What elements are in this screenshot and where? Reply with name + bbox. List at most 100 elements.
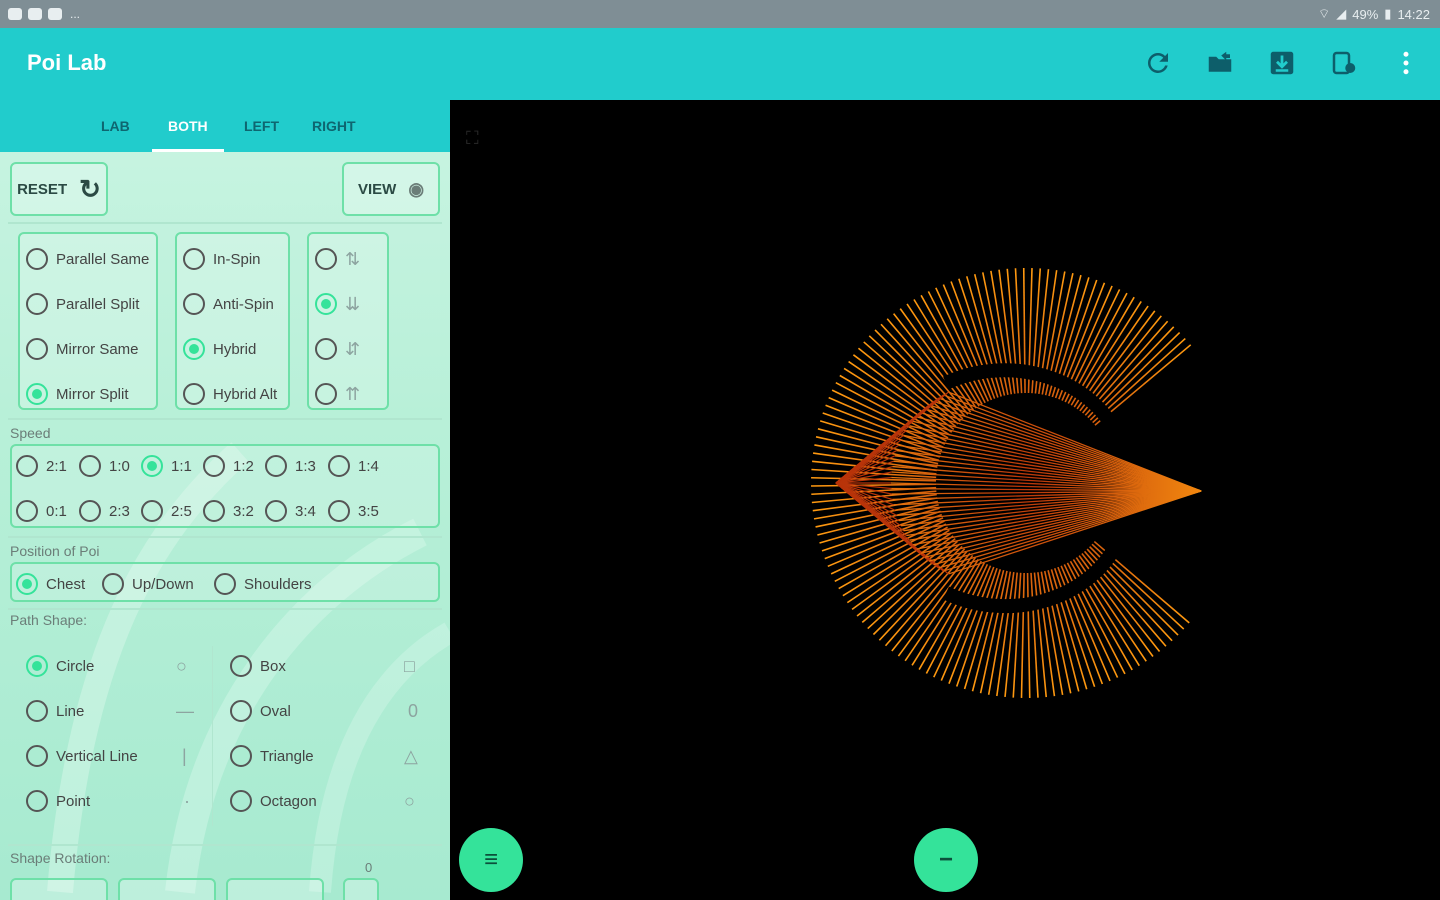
radio-button[interactable]: [79, 455, 101, 477]
shape-option-vertical-line[interactable]: Vertical Line: [26, 745, 138, 767]
radio-button[interactable]: [26, 383, 48, 405]
radio-button[interactable]: [230, 655, 252, 677]
download-icon[interactable]: [1266, 48, 1298, 80]
radio-button[interactable]: [265, 455, 287, 477]
speed-option[interactable]: 0:1: [16, 500, 67, 522]
option-label: 1:2: [233, 457, 254, 475]
radio-button[interactable]: [328, 455, 350, 477]
tab-lab[interactable]: LAB: [101, 118, 130, 134]
radio-button[interactable]: [214, 573, 236, 595]
shape-option-box[interactable]: Box: [230, 655, 286, 677]
radio-button[interactable]: [203, 500, 225, 522]
radio-button[interactable]: [230, 790, 252, 812]
overflow-menu-icon[interactable]: [1390, 48, 1422, 80]
rotation-button-1[interactable]: [10, 878, 108, 900]
rotation-button-2[interactable]: [118, 878, 216, 900]
phase-option-4[interactable]: ⇈: [315, 383, 360, 405]
radio-button[interactable]: [26, 338, 48, 360]
copy-settings-icon[interactable]: [1328, 48, 1360, 80]
speed-option[interactable]: 1:2: [203, 455, 254, 477]
minus-fab[interactable]: −: [914, 828, 978, 892]
rotation-toggle[interactable]: [343, 878, 379, 900]
poi-ray: [811, 483, 937, 487]
radio-button[interactable]: [26, 293, 48, 315]
position-option-up-down[interactable]: Up/Down: [102, 573, 194, 595]
notification-icon: [8, 8, 22, 20]
speed-option[interactable]: 2:1: [16, 455, 67, 477]
option-label: In-Spin: [213, 250, 261, 268]
radio-button[interactable]: [79, 500, 101, 522]
tab-right[interactable]: RIGHT: [312, 118, 356, 134]
radio-button[interactable]: [26, 790, 48, 812]
notification-icon: [28, 8, 42, 20]
point-shape-icon: ·: [184, 791, 190, 811]
direction-option-parallel-split[interactable]: Parallel Split: [26, 293, 139, 315]
tab-both[interactable]: BOTH: [168, 118, 208, 134]
radio-button[interactable]: [16, 500, 38, 522]
radio-button[interactable]: [265, 500, 287, 522]
app-root: ... ⌔ ◢ 49% ▮ 14:22 Poi Lab LAB BOTH LEF…: [0, 0, 1440, 900]
radio-button[interactable]: [141, 500, 163, 522]
spin-option-hybrid-alt[interactable]: Hybrid Alt: [183, 383, 277, 405]
radio-button[interactable]: [230, 745, 252, 767]
pattern-canvas[interactable]: ⛶ ≡ −: [450, 100, 1440, 900]
radio-button[interactable]: [183, 338, 205, 360]
speed-option[interactable]: 1:0: [79, 455, 130, 477]
shape-option-octagon[interactable]: Octagon: [230, 790, 317, 812]
radio-button[interactable]: [315, 293, 337, 315]
radio-button[interactable]: [203, 455, 225, 477]
shape-option-point[interactable]: Point: [26, 790, 90, 812]
shape-option-circle[interactable]: Circle: [26, 655, 94, 677]
speed-option[interactable]: 2:3: [79, 500, 130, 522]
triangle-shape-icon: △: [404, 746, 418, 766]
rotation-button-3[interactable]: [226, 878, 324, 900]
radio-button[interactable]: [183, 248, 205, 270]
radio-button[interactable]: [328, 500, 350, 522]
radio-button[interactable]: [183, 293, 205, 315]
direction-option-mirror-split[interactable]: Mirror Split: [26, 383, 129, 405]
wifi-icon: ⌔: [1318, 6, 1331, 21]
shape-option-triangle[interactable]: Triangle: [230, 745, 314, 767]
menu-fab[interactable]: ≡: [459, 828, 523, 892]
spin-option-hybrid[interactable]: Hybrid: [183, 338, 256, 360]
speed-option[interactable]: 1:4: [328, 455, 379, 477]
shape-option-oval[interactable]: Oval: [230, 700, 291, 722]
phase-option-3[interactable]: ⇵: [315, 338, 360, 360]
radio-button[interactable]: [26, 655, 48, 677]
direction-option-mirror-same[interactable]: Mirror Same: [26, 338, 139, 360]
share-folder-icon[interactable]: [1204, 48, 1236, 80]
refresh-icon[interactable]: [1142, 48, 1174, 80]
reset-button[interactable]: RESET ↻: [10, 162, 108, 216]
spin-option-anti-spin[interactable]: Anti-Spin: [183, 293, 274, 315]
option-label: Octagon: [260, 792, 317, 810]
spin-option-in-spin[interactable]: In-Spin: [183, 248, 261, 270]
speed-option[interactable]: 3:2: [203, 500, 254, 522]
radio-button[interactable]: [315, 338, 337, 360]
shape-option-line[interactable]: Line: [26, 700, 84, 722]
radio-button[interactable]: [183, 383, 205, 405]
phase-option-2[interactable]: ⇊: [315, 293, 360, 315]
direction-option-parallel-same[interactable]: Parallel Same: [26, 248, 149, 270]
phase-option-1[interactable]: ⇅: [315, 248, 360, 270]
radio-button[interactable]: [315, 383, 337, 405]
speed-option[interactable]: 2:5: [141, 500, 192, 522]
poi-ray: [1012, 572, 1022, 698]
radio-button[interactable]: [102, 573, 124, 595]
position-option-shoulders[interactable]: Shoulders: [214, 573, 312, 595]
tab-left[interactable]: LEFT: [244, 118, 279, 134]
speed-option[interactable]: 3:4: [265, 500, 316, 522]
position-option-chest[interactable]: Chest: [16, 573, 85, 595]
radio-button[interactable]: [141, 455, 163, 477]
speed-option[interactable]: 3:5: [328, 500, 379, 522]
radio-button[interactable]: [26, 248, 48, 270]
radio-button[interactable]: [230, 700, 252, 722]
poi-lens-line: [912, 490, 1202, 546]
radio-button[interactable]: [315, 248, 337, 270]
radio-button[interactable]: [16, 573, 38, 595]
speed-option[interactable]: 1:1: [141, 455, 192, 477]
radio-button[interactable]: [16, 455, 38, 477]
view-button[interactable]: VIEW ◉: [342, 162, 440, 216]
radio-button[interactable]: [26, 745, 48, 767]
speed-option[interactable]: 1:3: [265, 455, 316, 477]
radio-button[interactable]: [26, 700, 48, 722]
